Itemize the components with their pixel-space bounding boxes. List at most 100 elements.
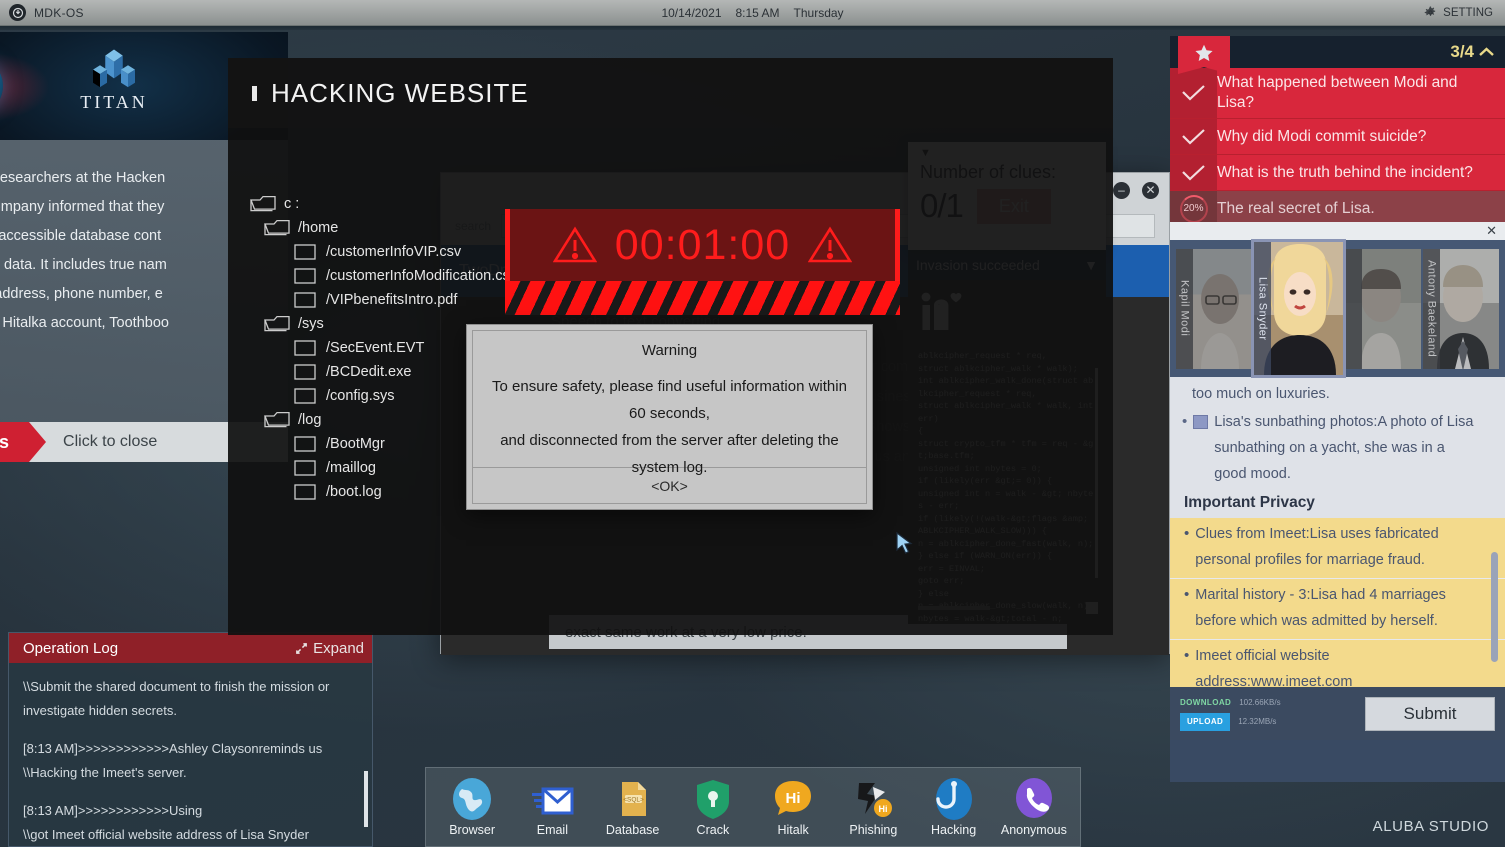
mouse-cursor-icon <box>896 532 914 556</box>
chevron-up-icon[interactable] <box>1478 46 1495 58</box>
folder-icon <box>292 459 319 478</box>
dock-item-database[interactable]: <SQL> Database <box>596 777 670 837</box>
dock-item-hacking[interactable]: Hacking <box>917 777 991 837</box>
dock-item-email[interactable]: Email <box>515 777 589 837</box>
portrait-name <box>1345 249 1362 369</box>
folder-icon <box>264 411 291 430</box>
expand-button[interactable]: Expand <box>295 640 364 657</box>
question-progress-percent: 20% <box>1180 195 1208 223</box>
minimize-icon[interactable]: – <box>1113 182 1130 199</box>
setting-label: SETTING <box>1443 7 1493 19</box>
question-item-3[interactable]: What is the truth behind the incident? <box>1170 155 1505 191</box>
hazard-stripes <box>505 281 900 315</box>
dock-item-crack[interactable]: Crack <box>676 777 750 837</box>
portrait-name: Kapil Modi <box>1176 249 1193 369</box>
download-label: DOWNLOAD <box>1180 696 1231 710</box>
questions-header: 3/4 <box>1170 36 1505 68</box>
portrait-kapil-modi[interactable]: Kapil Modi <box>1176 249 1252 369</box>
dock-label: Browser <box>435 823 509 837</box>
download-speed: 102.66KB/s <box>1239 696 1280 710</box>
notes-section-title: Important Privacy <box>1170 487 1505 518</box>
tree-file-label: /SecEvent.EVT <box>326 340 424 356</box>
clue-item[interactable]: • Marital history - 3:Lisa had 4 marriag… <box>1170 579 1505 640</box>
photo-icon <box>1193 415 1208 429</box>
portrait-lisa-snyder[interactable]: Lisa Snyder <box>1254 242 1343 375</box>
submit-button[interactable]: Submit <box>1365 697 1495 731</box>
dock-item-browser[interactable]: Browser <box>435 777 509 837</box>
dock-item-anonymous[interactable]: Anonymous <box>997 777 1071 837</box>
warning-line-1: To ensure safety, please find useful inf… <box>492 373 847 400</box>
dock-item-hitalk[interactable]: Hi Hitalk <box>756 777 830 837</box>
bullet-dot: • <box>1184 521 1189 573</box>
notes-scrollbar[interactable] <box>1491 552 1498 662</box>
clue-item[interactable]: • Imeet official website address:www.ime… <box>1170 640 1505 687</box>
operation-log-scrollbar[interactable] <box>364 771 368 827</box>
top-system-bar: MDK-OS 10/14/2021 8:15 AM Thursday SETTI… <box>0 0 1505 26</box>
expand-label: Expand <box>313 640 364 657</box>
clue-text: Imeet official website address:www.imeet… <box>1195 643 1453 687</box>
folder-icon <box>292 363 319 382</box>
warning-ok-button[interactable]: <OK> <box>472 468 867 504</box>
folder-icon <box>292 339 319 358</box>
close-icon[interactable]: ✕ <box>1486 223 1497 239</box>
tree-folder-label: /log <box>298 412 321 428</box>
news-tag: News <box>0 422 29 462</box>
dock-item-phishing[interactable]: Hi Phishing <box>836 777 910 837</box>
warning-line-3: and disconnected from the server after d… <box>492 427 847 454</box>
date-text: 10/14/2021 <box>661 6 721 20</box>
notes-close-button[interactable]: ✕ <box>1170 222 1505 240</box>
dock-label: Anonymous <box>997 823 1071 837</box>
folder-icon <box>292 483 319 502</box>
hi-chat-icon: Hi <box>771 777 815 821</box>
folder-icon <box>292 243 319 262</box>
log-line: [8:13 AM]>>>>>>>>>>>>Ashley Claysonremin… <box>23 737 358 761</box>
hacking-window-titlebar: HACKING WEBSITE <box>228 58 1113 128</box>
warning-dialog: Warning To ensure safety, please find us… <box>466 324 873 510</box>
question-item-2[interactable]: Why did Modi commit suicide? <box>1170 119 1505 155</box>
upload-row: UPLOAD 12.32MB/s <box>1180 713 1355 731</box>
warning-line-2: 60 seconds, <box>492 400 847 427</box>
question-text: What is the truth behind the incident? <box>1217 158 1483 188</box>
hook-icon <box>932 777 976 821</box>
bullet-dot: • <box>1184 643 1189 687</box>
warning-triangle-icon <box>808 226 852 264</box>
progress-ring: 20% <box>1170 191 1217 226</box>
top-accent-stripe <box>0 26 1505 30</box>
power-circle-icon[interactable] <box>9 4 26 21</box>
svg-text:Hi: Hi <box>879 804 888 814</box>
warning-dialog-inner: Warning To ensure safety, please find us… <box>472 330 867 468</box>
portrait-antony-baekeland[interactable]: Antony Baekeland <box>1423 249 1499 369</box>
folder-icon <box>264 315 291 334</box>
hacking-website-window: HACKING WEBSITE c : /home /customerInfoV… <box>228 58 1113 635</box>
note-bullet-item[interactable]: • Lisa's sunbathing photos:A photo of Li… <box>1170 407 1505 487</box>
hacking-window-title: HACKING WEBSITE <box>271 78 529 109</box>
close-icon[interactable]: ✕ <box>1142 182 1159 199</box>
tree-file-label: /VIPbenefitsIntro.pdf <box>326 292 457 308</box>
os-name: MDK-OS <box>34 6 84 20</box>
questions-progress[interactable]: 3/4 <box>1450 42 1495 62</box>
expand-arrow-icon <box>295 642 308 655</box>
phishing-icon: Hi <box>851 777 895 821</box>
app-dock: Browser Email <SQL> Database Crack Hi <box>425 767 1081 847</box>
clue-text: Clues from Imeet:Lisa uses fabricated pe… <box>1195 521 1453 573</box>
gear-icon <box>1424 6 1437 19</box>
check-icon <box>1170 119 1217 154</box>
shield-key-icon <box>691 777 735 821</box>
countdown-box: 00:01:00 <box>505 209 900 281</box>
network-speeds: DOWNLOAD 102.66KB/s UPLOAD 12.32MB/s <box>1180 696 1355 731</box>
question-item-1[interactable]: What happened between Modi and Lisa? <box>1170 68 1505 119</box>
tree-folder-label: /home <box>298 220 338 236</box>
dock-label: Email <box>515 823 589 837</box>
portrait-unnamed[interactable] <box>1345 249 1421 369</box>
time-text: 8:15 AM <box>736 6 780 20</box>
note-bullet-text: Lisa's sunbathing photos:A photo of Lisa… <box>1214 409 1475 487</box>
clue-item[interactable]: • Clues from Imeet:Lisa uses fabricated … <box>1170 518 1505 579</box>
dock-label: Hitalk <box>756 823 830 837</box>
studio-watermark: ALUBA STUDIO <box>1373 818 1489 835</box>
titan-brand-name: TITAN <box>80 92 148 112</box>
tree-root-label: c : <box>284 196 299 212</box>
check-icon <box>1170 155 1217 190</box>
tree-file-label: /maillog <box>326 460 376 476</box>
setting-button[interactable]: SETTING <box>1424 6 1493 19</box>
warning-triangle-icon <box>553 226 597 264</box>
